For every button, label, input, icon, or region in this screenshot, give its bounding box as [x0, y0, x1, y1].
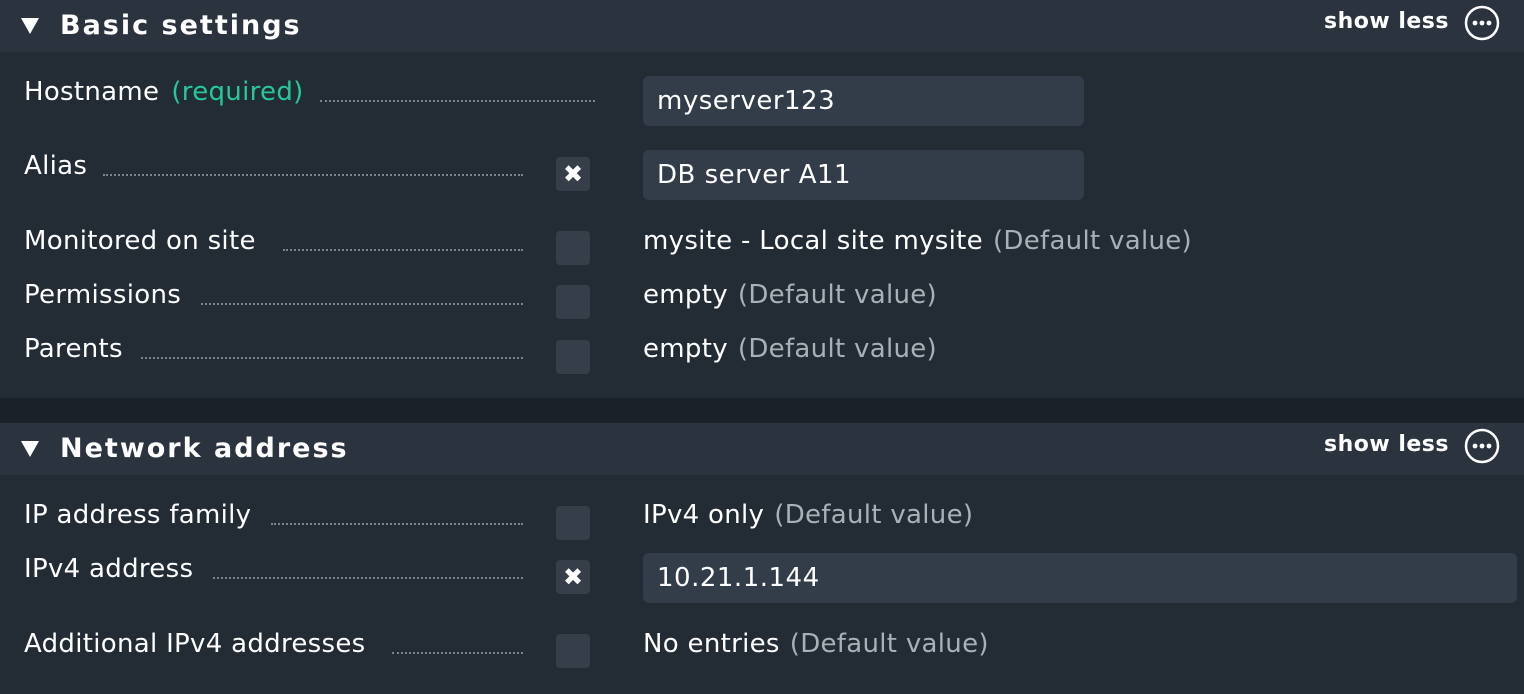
x-mark-icon: ✖	[562, 160, 584, 188]
label-dots	[213, 577, 523, 579]
additional-ipv4-row: Additional IPv4 addresses No entries (Def…	[0, 624, 1524, 676]
show-less-link[interactable]: show less	[1324, 6, 1449, 38]
monitored-site-row: Monitored on site mysite - Local site my…	[0, 221, 1524, 273]
alias-label: Alias	[24, 151, 88, 181]
default-value-note: (Default value)	[789, 629, 989, 659]
label-dots	[320, 100, 595, 102]
ipv4-label: IPv4 address	[24, 554, 194, 584]
parents-checkbox[interactable]	[556, 340, 590, 374]
default-value-note: (Default value)	[737, 280, 937, 310]
default-value-note: (Default value)	[992, 226, 1193, 256]
label-dots	[271, 523, 523, 525]
ipv4-row: IPv4 address ✖	[0, 549, 1524, 603]
ipv4-input[interactable]	[643, 553, 1517, 603]
more-options-icon[interactable]	[1464, 428, 1500, 464]
network-address-header[interactable]: Network address show less	[0, 423, 1524, 475]
network-address-section: Network address show less IP address fam…	[0, 423, 1524, 694]
x-mark-icon: ✖	[562, 563, 584, 591]
section-title: Network address	[60, 433, 349, 464]
permissions-row: Permissions empty (Default value)	[0, 275, 1524, 327]
parents-value: empty (Default value)	[643, 334, 937, 364]
basic-settings-section: Basic settings show less Hostname (requi…	[0, 0, 1524, 398]
triangle-down-icon[interactable]	[21, 441, 39, 457]
alias-checkbox[interactable]: ✖	[556, 157, 590, 191]
triangle-down-icon[interactable]	[21, 18, 39, 34]
parents-row: Parents empty (Default value)	[0, 329, 1524, 381]
ip-family-value: IPv4 only (Default value)	[643, 500, 974, 530]
label-dots	[283, 249, 523, 251]
show-less-link[interactable]: show less	[1324, 429, 1449, 461]
default-value-note: (Default value)	[774, 500, 974, 530]
permissions-value: empty (Default value)	[643, 280, 937, 310]
ip-family-label: IP address family	[24, 500, 252, 530]
label-dots	[141, 357, 523, 359]
alias-row: Alias ✖	[0, 146, 1524, 200]
monitored-site-label: Monitored on site	[24, 226, 256, 256]
hostname-row: Hostname (required)	[0, 72, 1524, 126]
permissions-checkbox[interactable]	[556, 285, 590, 319]
basic-settings-header[interactable]: Basic settings show less	[0, 0, 1524, 52]
label-dots	[392, 652, 523, 654]
monitored-site-value: mysite - Local site mysite (Default value…	[643, 226, 1193, 256]
alias-input[interactable]	[643, 150, 1084, 200]
required-marker: (required)	[171, 77, 304, 107]
additional-ipv4-label: Additional IPv4 addresses	[24, 629, 366, 659]
parents-label: Parents	[24, 334, 123, 364]
host-properties-page: Basic settings show less Hostname (requi…	[0, 0, 1524, 694]
hostname-input[interactable]	[643, 76, 1084, 126]
permissions-label: Permissions	[24, 280, 182, 310]
default-value-note: (Default value)	[737, 334, 937, 364]
ip-family-row: IP address family IPv4 only (Default valu…	[0, 495, 1524, 547]
additional-ipv4-checkbox[interactable]	[556, 634, 590, 668]
hostname-label: Hostname (required)	[24, 72, 304, 112]
label-dots	[103, 174, 523, 176]
section-title: Basic settings	[60, 10, 302, 41]
additional-ipv4-value: No entries (Default value)	[643, 629, 989, 659]
more-options-icon[interactable]	[1464, 5, 1500, 41]
label-dots	[201, 303, 523, 305]
ipv4-checkbox[interactable]: ✖	[556, 560, 590, 594]
ip-family-checkbox[interactable]	[556, 506, 590, 540]
monitored-site-checkbox[interactable]	[556, 231, 590, 265]
